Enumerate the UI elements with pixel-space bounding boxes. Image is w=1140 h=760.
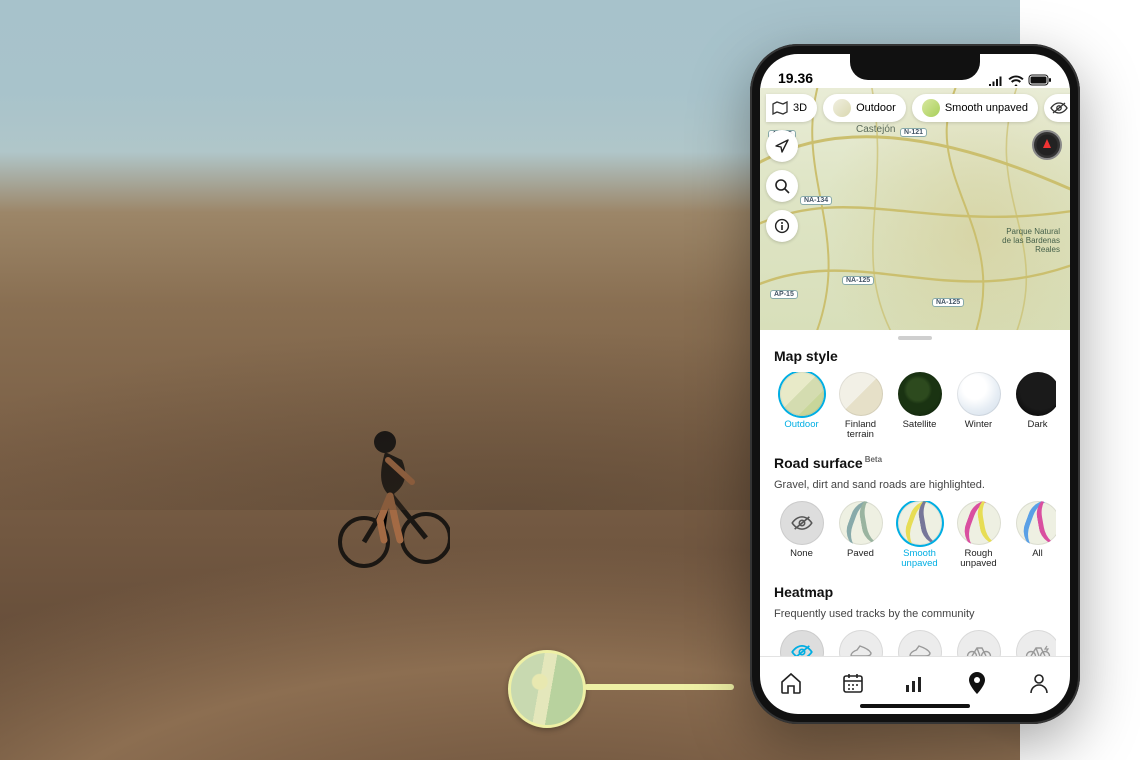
opt-label: Finland terrain <box>833 420 888 441</box>
road-surface-title: Road surfaceBeta <box>774 455 1056 471</box>
heatmap-walk[interactable] <box>892 630 947 656</box>
map-view[interactable]: AP-15 AP-15 N-121 NA-134 NA-125 NA-125 C… <box>760 88 1070 330</box>
map-style-dark[interactable]: Dark <box>1010 372 1056 441</box>
calendar-icon <box>841 672 865 694</box>
opt-label: Satellite <box>903 420 937 430</box>
swatch-satellite-icon <box>898 372 942 416</box>
heatmap-bike[interactable] <box>951 630 1006 656</box>
opt-label: None <box>790 549 813 559</box>
opt-label: Smooth unpaved <box>892 549 947 570</box>
search-icon <box>774 178 790 194</box>
swatch-rough-icon <box>957 501 1001 545</box>
map-style-row: Outdoor Finland terrain Satellite Winter… <box>774 372 1056 441</box>
map-style-outdoor[interactable]: Outdoor <box>774 372 829 441</box>
map-visibility-chip[interactable] <box>1044 94 1070 122</box>
home-icon <box>779 672 803 694</box>
shoe-icon <box>898 630 942 656</box>
tab-map[interactable] <box>957 671 997 695</box>
heatmap-run[interactable] <box>833 630 888 656</box>
heatmap-sub: Frequently used tracks by the community <box>774 608 1056 620</box>
road-tag: NA-125 <box>932 298 964 307</box>
road-tag: NA-125 <box>842 276 874 285</box>
surface-none[interactable]: None <box>774 501 829 570</box>
style-swatch-icon <box>833 99 851 117</box>
map-icon <box>772 101 788 115</box>
status-time: 19.36 <box>778 70 813 86</box>
battery-icon <box>1028 74 1052 86</box>
info-icon <box>774 218 790 234</box>
wifi-icon <box>1008 75 1024 86</box>
road-tag: NA-134 <box>800 196 832 205</box>
chip-label: Smooth unpaved <box>945 102 1028 114</box>
opt-label: All <box>1032 549 1043 559</box>
ebike-icon <box>1016 630 1057 656</box>
swatch-paved-icon <box>839 501 883 545</box>
swatch-dark-icon <box>1016 372 1057 416</box>
chip-label: 3D <box>793 102 807 114</box>
heatmap-ebike[interactable] <box>1010 630 1056 656</box>
drag-handle[interactable] <box>898 336 932 340</box>
road-tag: AP-15 <box>770 290 798 299</box>
road-tag: N-121 <box>900 128 927 137</box>
map-style-finland[interactable]: Finland terrain <box>833 372 888 441</box>
compass-button[interactable] <box>1032 130 1062 160</box>
location-arrow-icon <box>774 138 790 154</box>
map-style-winter[interactable]: Winter <box>951 372 1006 441</box>
map-surface-chip[interactable]: Smooth unpaved <box>912 94 1038 122</box>
map-style-chip[interactable]: Outdoor <box>823 94 906 122</box>
opt-label: Paved <box>847 549 874 559</box>
swatch-smooth-icon <box>898 501 942 545</box>
opt-label: Rough unpaved <box>951 549 1006 570</box>
swatch-finland-icon <box>839 372 883 416</box>
swatch-outdoor-icon <box>780 372 824 416</box>
map-style-satellite[interactable]: Satellite <box>892 372 947 441</box>
surface-rough[interactable]: Rough unpaved <box>951 501 1006 570</box>
tab-profile[interactable] <box>1019 672 1059 694</box>
place-label: Parque Natural de las Bardenas Reales <box>1002 228 1060 254</box>
phone-mockup: 19.36 <box>750 44 1080 724</box>
tab-stats[interactable] <box>895 673 935 693</box>
surface-smooth[interactable]: Smooth unpaved <box>892 501 947 570</box>
phone-screen: 19.36 <box>760 54 1070 714</box>
home-indicator <box>860 704 970 708</box>
heatmap-title: Heatmap <box>774 584 1056 600</box>
pin-icon <box>966 671 988 695</box>
surface-all[interactable]: All <box>1010 501 1056 570</box>
overlay-swatch-icon <box>508 650 586 728</box>
overlay-swatch-line <box>584 684 734 690</box>
eye-off-icon <box>780 501 824 545</box>
road-surface-row: None Paved Smooth unpaved Rough unpaved … <box>774 501 1056 570</box>
info-button[interactable] <box>766 210 798 242</box>
surface-swatch-icon <box>922 99 940 117</box>
swatch-all-icon <box>1016 501 1057 545</box>
phone-notch <box>850 54 980 80</box>
surface-paved[interactable]: Paved <box>833 501 888 570</box>
bars-icon <box>904 673 926 693</box>
map-options-panel: Map style Outdoor Finland terrain Satell… <box>760 330 1070 656</box>
search-button[interactable] <box>766 170 798 202</box>
eye-off-icon <box>780 630 824 656</box>
heatmap-none[interactable] <box>774 630 829 656</box>
opt-label: Dark <box>1027 420 1047 430</box>
cellular-icon <box>988 75 1004 86</box>
tab-calendar[interactable] <box>833 672 873 694</box>
road-surface-sub: Gravel, dirt and sand roads are highligh… <box>774 479 1056 491</box>
cyclist-illustration <box>330 400 450 570</box>
place-label: Castejón <box>856 124 895 135</box>
map-style-title: Map style <box>774 348 1056 364</box>
chip-label: Outdoor <box>856 102 896 114</box>
map-3d-chip[interactable]: 3D <box>766 94 817 122</box>
swatch-winter-icon <box>957 372 1001 416</box>
heatmap-row <box>774 630 1056 656</box>
opt-label: Outdoor <box>784 420 818 430</box>
opt-label: Winter <box>965 420 992 430</box>
beta-badge: Beta <box>865 455 882 464</box>
eye-off-icon <box>1050 101 1068 115</box>
profile-icon <box>1028 672 1050 694</box>
shoe-icon <box>839 630 883 656</box>
tab-home[interactable] <box>771 672 811 694</box>
bike-icon <box>957 630 1001 656</box>
locate-button[interactable] <box>766 130 798 162</box>
